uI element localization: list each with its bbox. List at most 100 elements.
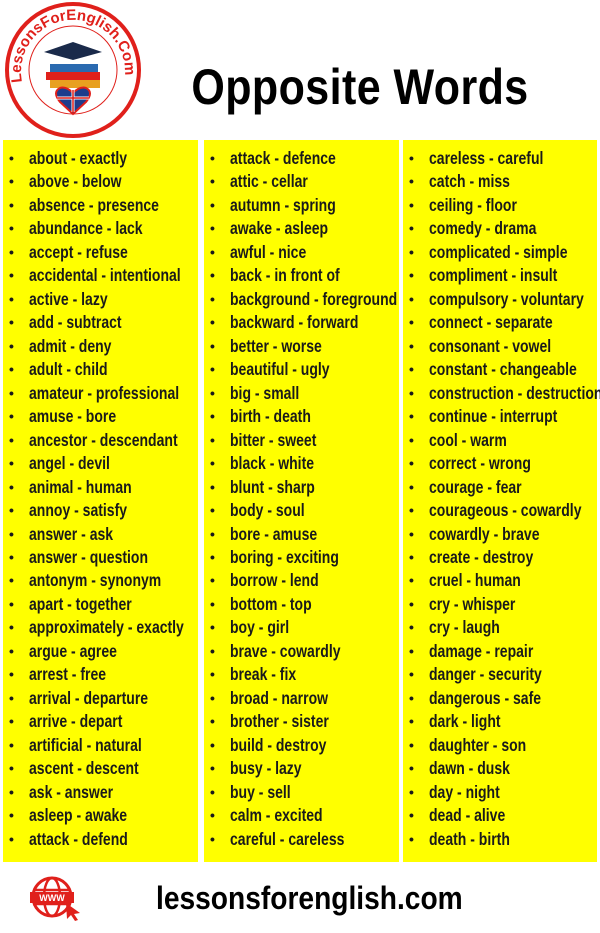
svg-text:WWW: WWW <box>39 893 65 903</box>
word-pair-text: courage - fear <box>429 476 522 497</box>
word-pair-text: catch - miss <box>429 171 510 192</box>
bullet-icon: • <box>210 642 215 659</box>
bullet-icon: • <box>409 502 414 519</box>
word-pair-text: connect - separate <box>429 312 553 333</box>
word-pair-text: continue - interrupt <box>429 406 558 427</box>
bullet-icon: • <box>409 666 414 683</box>
word-pair-text: construction - destruction <box>429 382 600 403</box>
bullet-icon: • <box>210 783 215 800</box>
word-pair-text: careless - careful <box>429 148 544 168</box>
bullet-icon: • <box>210 830 215 847</box>
bullet-icon: • <box>210 478 215 495</box>
bullet-icon: • <box>210 525 215 542</box>
word-pair-text: arrive - depart <box>29 711 123 732</box>
bullet-icon: • <box>409 713 414 730</box>
bullet-icon: • <box>9 572 14 589</box>
word-pair-text: build - destroy <box>230 734 327 755</box>
word-pair-text: admit - deny <box>29 335 112 356</box>
word-pair-text: big - small <box>230 382 300 403</box>
website-url[interactable]: lessonsforenglish.com <box>156 880 463 917</box>
word-pair-text: absence - presence <box>29 194 159 215</box>
word-pair-text: bore - amuse <box>230 523 318 544</box>
word-pair-text: busy - lazy <box>230 758 302 779</box>
word-pair-text: cry - whisper <box>429 593 516 614</box>
bullet-icon: • <box>409 361 414 378</box>
word-pair-text: active - lazy <box>29 288 108 309</box>
word-pair-text: adult - child <box>29 359 108 380</box>
bullet-icon: • <box>210 502 215 519</box>
word-pair-text: dark - light <box>429 711 501 732</box>
word-pair-text: ancestor - descendant <box>29 429 178 450</box>
word-pair-text: blunt - sharp <box>230 476 315 497</box>
word-pair-text: asleep - awake <box>29 805 128 826</box>
word-pair-text: attic - cellar <box>230 171 308 192</box>
word-pair-text: careful - careless <box>230 828 345 849</box>
word-column-3: • careless - careful • catch - miss • ceiling… <box>403 140 600 862</box>
bullet-icon: • <box>9 196 14 213</box>
bullet-icon: • <box>409 689 414 706</box>
word-pair-text: cry - laugh <box>429 617 500 638</box>
word-pair-text: consonant - vowel <box>429 335 552 356</box>
bullet-icon: • <box>210 408 215 425</box>
bullet-icon: • <box>210 713 215 730</box>
bullet-icon: • <box>210 337 215 354</box>
bullet-icon: • <box>9 243 14 260</box>
word-pair-text: danger - security <box>429 664 542 685</box>
word-pair-text: day - night <box>429 781 500 802</box>
word-pair-text: angel - devil <box>29 453 110 474</box>
bullet-icon: • <box>409 455 414 472</box>
bullet-icon: • <box>9 713 14 730</box>
bullet-icon: • <box>409 431 414 448</box>
bullet-icon: • <box>210 548 215 565</box>
word-pair-text: comedy - drama <box>429 218 537 239</box>
bullet-icon: • <box>9 384 14 401</box>
word-pair-text: brave - cowardly <box>230 640 341 661</box>
bullet-icon: • <box>9 548 14 565</box>
bullet-icon: • <box>210 173 215 190</box>
bullet-icon: • <box>409 736 414 753</box>
bullet-icon: • <box>9 830 14 847</box>
bullet-icon: • <box>210 455 215 472</box>
word-pair-text: cruel - human <box>429 570 521 591</box>
bullet-icon: • <box>9 760 14 777</box>
bullet-icon: • <box>409 830 414 847</box>
word-pair-text: better - worse <box>230 335 322 356</box>
bullet-icon: • <box>210 150 215 166</box>
bullet-icon: • <box>409 220 414 237</box>
word-pair-text: accept - refuse <box>29 241 128 262</box>
word-pair-text: arrest - free <box>29 664 107 685</box>
word-pair-text: cowardly - brave <box>429 523 540 544</box>
word-pair-text: arrival - departure <box>29 687 149 708</box>
word-pair-text: body - soul <box>230 500 305 521</box>
word-pair-text: approximately - exactly <box>29 617 184 638</box>
word-pair-text: about - exactly <box>29 148 128 168</box>
word-pair-text: answer - question <box>29 546 149 567</box>
bullet-icon: • <box>210 243 215 260</box>
bullet-icon: • <box>210 290 215 307</box>
word-pair-text: birth - death <box>230 406 311 427</box>
bullet-icon: • <box>409 548 414 565</box>
word-pair-text: courageous - cowardly <box>429 500 582 521</box>
word-pair-text: correct - wrong <box>429 453 531 474</box>
word-pair-text: create - destroy <box>429 546 534 567</box>
word-pair-text: complicated - simple <box>429 241 568 262</box>
bullet-icon: • <box>9 361 14 378</box>
bullet-icon: • <box>9 337 14 354</box>
word-pair-text: brother - sister <box>230 711 329 732</box>
word-pair-text: accidental - intentional <box>29 265 181 286</box>
word-pair-text: broad - narrow <box>230 687 329 708</box>
bullet-icon: • <box>210 736 215 753</box>
word-pair-text: autumn - spring <box>230 194 336 215</box>
bullet-icon: • <box>9 525 14 542</box>
word-pair-text: buy - sell <box>230 781 291 802</box>
bullet-icon: • <box>409 267 414 284</box>
bullet-icon: • <box>409 150 414 166</box>
bullet-icon: • <box>210 220 215 237</box>
word-pair-text: boy - girl <box>230 617 290 638</box>
bullet-icon: • <box>409 478 414 495</box>
bullet-icon: • <box>409 595 414 612</box>
word-pair-text: background - foreground <box>230 288 398 309</box>
bullet-icon: • <box>409 196 414 213</box>
word-pair-text: ascent - descent <box>29 758 139 779</box>
bullet-icon: • <box>409 783 414 800</box>
